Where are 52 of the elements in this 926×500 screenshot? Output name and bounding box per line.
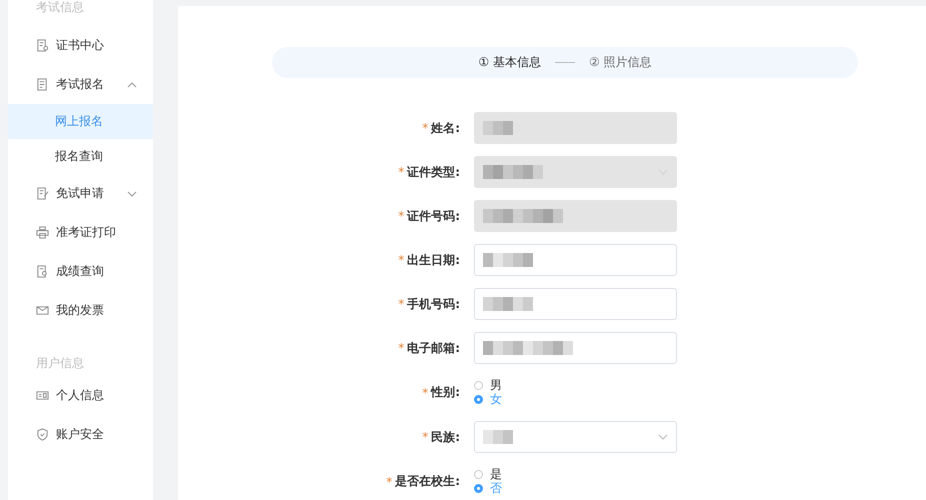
envelope-icon xyxy=(36,304,49,317)
step-label: ② 照片信息 xyxy=(589,54,652,71)
radio-button[interactable] xyxy=(474,470,483,479)
menu-item[interactable]: 考试报名 xyxy=(8,65,153,104)
document-edit-icon xyxy=(36,187,49,200)
field-label: 出生日期: xyxy=(407,252,460,268)
menu-item[interactable]: 免试申请 xyxy=(8,174,153,213)
input-field[interactable] xyxy=(474,332,677,364)
menu-item[interactable]: 账户安全 xyxy=(8,415,153,454)
menu-item[interactable]: 准考证打印 xyxy=(8,213,153,252)
required-mark: * xyxy=(398,253,404,267)
field-label: 手机号码: xyxy=(407,296,460,312)
input-field[interactable] xyxy=(474,288,677,320)
menu-item[interactable]: 证书中心 xyxy=(8,26,153,65)
required-mark: * xyxy=(398,341,404,355)
required-mark: * xyxy=(422,386,428,400)
radio-label: 女 xyxy=(490,391,502,408)
field-label: 电子邮箱: xyxy=(407,340,460,356)
menu-item[interactable]: 我的发票 xyxy=(8,291,153,330)
field-label: 证件号码: xyxy=(407,208,460,224)
step-label: ① 基本信息 xyxy=(478,54,541,71)
radio-label: 男 xyxy=(490,377,502,394)
submenu-item[interactable]: 报名查询 xyxy=(8,139,153,174)
select-field[interactable] xyxy=(474,421,677,453)
document-search-icon xyxy=(36,265,49,278)
required-mark: * xyxy=(386,474,392,488)
section-heading: 用户信息 xyxy=(35,355,85,372)
field-label: 民族: xyxy=(431,428,460,446)
field-label: 是否在校生: xyxy=(395,473,460,490)
radio-button[interactable] xyxy=(474,395,483,404)
chevron-down-icon xyxy=(658,434,668,440)
required-mark: * xyxy=(422,121,428,135)
document-icon xyxy=(36,78,49,91)
required-mark: * xyxy=(398,297,404,311)
field-label: 姓名: xyxy=(431,120,460,136)
required-mark: * xyxy=(398,165,404,179)
field-label: 性别: xyxy=(431,384,460,401)
certificate-icon xyxy=(36,39,49,52)
printer-icon xyxy=(36,226,49,239)
menu-item[interactable]: 成绩查询 xyxy=(8,252,153,291)
shield-icon xyxy=(36,428,49,441)
radio-button[interactable] xyxy=(474,484,483,493)
radio-button[interactable] xyxy=(474,381,483,390)
section-heading: 考试信息 xyxy=(35,0,85,16)
field-label: 证件类型: xyxy=(407,164,460,180)
menu-item[interactable]: 个人信息 xyxy=(8,376,153,415)
radio-label: 是 xyxy=(490,466,502,482)
required-mark: * xyxy=(422,430,428,444)
required-mark: * xyxy=(398,209,404,223)
input-field[interactable] xyxy=(474,244,677,276)
id-card-icon xyxy=(36,389,49,402)
radio-label: 否 xyxy=(490,480,502,497)
